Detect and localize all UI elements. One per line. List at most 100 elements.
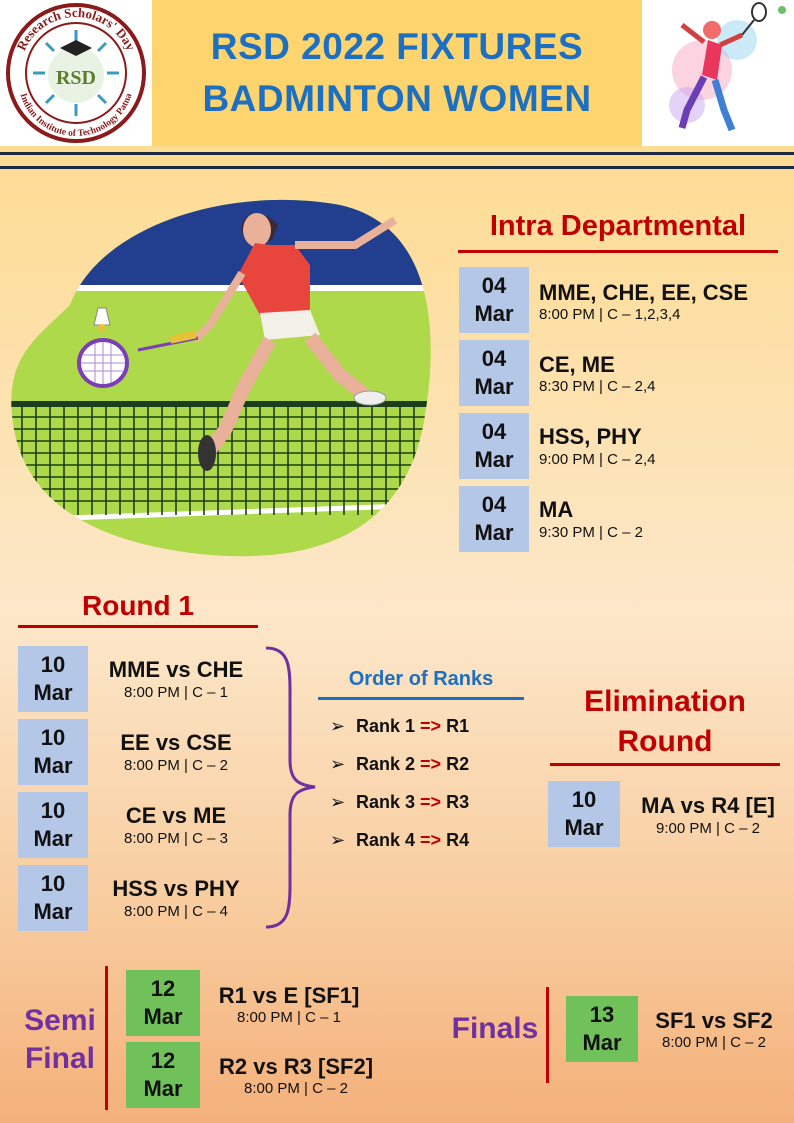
date-box: 10 Mar [18,792,88,858]
rank-code: R2 [446,754,470,774]
ranks-underline [318,697,524,700]
rank-item-1: ➢ Rank 1 => R1 [330,716,469,737]
badminton-court-illustration [10,185,435,565]
match-teams: MA vs R4 [E] [641,793,775,818]
arrow-bullet-icon: ➢ [330,716,346,736]
intra-underline [458,250,778,253]
date-day: 10 [40,871,66,896]
date-day: 10 [571,787,597,812]
rank-label: Rank 3 [356,792,416,812]
match-detail: 9:00 PM | C – 2 [656,820,760,837]
semi-final-divider [105,966,108,1110]
elimination-heading-line1: Elimination [584,685,746,718]
round1-underline [18,625,258,628]
match-teams: MME vs CHE [108,657,244,682]
rank-arrow: => [420,830,442,850]
date-day: 04 [481,419,507,444]
date-box: 13 Mar [566,996,638,1062]
finals-divider [546,987,549,1083]
order-of-ranks-heading: Order of Ranks [348,668,494,690]
rank-item-3: ➢ Rank 3 => R3 [330,792,469,813]
finals-heading: Finals [451,1012,539,1045]
date-day: 04 [481,346,507,371]
rank-code: R4 [446,830,470,850]
date-box: 10 Mar [18,865,88,931]
rank-arrow: => [420,792,442,812]
match-detail: 9:00 PM | C – 2,4 [539,451,656,468]
arrow-bullet-icon: ➢ [330,830,346,850]
rank-arrow: => [420,716,442,736]
rank-item-4: ➢ Rank 4 => R4 [330,830,469,851]
semi-final-heading-line2: Final [24,1042,95,1075]
date-box: 04 Mar [459,486,529,552]
title-line-2: BADMINTON WOMEN [202,78,592,119]
match-detail: 9:30 PM | C – 2 [539,524,643,541]
match-teams: HSS vs PHY [112,876,240,901]
rank-label: Rank 4 [356,830,416,850]
round1-heading: Round 1 [82,590,194,621]
match-teams: SF1 vs SF2 [655,1008,773,1033]
match-teams: CE, ME [539,352,615,377]
match-teams: EE vs CSE [120,730,232,755]
semi-final-heading-line1: Semi [24,1004,96,1037]
date-day: 10 [40,652,66,677]
match-teams: R1 vs E [SF1] [218,983,360,1008]
elimination-heading: Elimination Round [550,682,780,762]
match-teams: R2 vs R3 [SF2] [218,1054,374,1079]
divider-line-2 [0,166,794,169]
date-month: Mar [143,1076,183,1101]
match-detail: 8:00 PM | C – 3 [124,830,228,847]
arrow-bullet-icon: ➢ [330,754,346,774]
date-month: Mar [33,826,73,851]
date-month: Mar [474,374,514,399]
rank-item-2: ➢ Rank 2 => R2 [330,754,469,775]
match-detail: 8:00 PM | C – 2 [662,1034,766,1051]
match-detail: 8:00 PM | C – 2 [244,1080,348,1097]
rank-label: Rank 1 [356,716,416,736]
date-day: 12 [150,976,176,1001]
date-month: Mar [33,680,73,705]
date-month: Mar [143,1004,183,1029]
badminton-player-illustration [642,0,794,146]
date-day: 04 [481,273,507,298]
rsd-logo: RSD Research Scholars' Day Indian Instit… [0,0,152,146]
date-day: 04 [481,492,507,517]
match-detail: 8:00 PM | C – 1,2,3,4 [539,306,681,323]
rank-code: R1 [446,716,470,736]
rank-arrow: => [420,754,442,774]
date-month: Mar [474,520,514,545]
svg-text:RSD: RSD [56,67,96,89]
curly-brace [260,645,320,930]
match-teams: MME, CHE, EE, CSE [539,280,749,305]
match-teams: HSS, PHY [539,424,642,449]
date-month: Mar [474,447,514,472]
date-month: Mar [33,899,73,924]
date-day: 10 [40,798,66,823]
semi-final-heading: Semi Final [15,1002,105,1078]
elimination-heading-line2: Round [617,725,713,758]
rank-label: Rank 2 [356,754,416,774]
match-detail: 8:00 PM | C – 1 [124,684,228,701]
rank-code: R3 [446,792,470,812]
title-line-1: RSD 2022 FIXTURES [210,26,584,67]
date-box: 04 Mar [459,267,529,333]
elimination-underline [550,763,780,766]
date-box: 04 Mar [459,413,529,479]
date-day: 13 [589,1002,615,1027]
intra-departmental-heading: Intra Departmental [489,210,747,242]
match-detail: 8:00 PM | C – 4 [124,903,228,920]
date-box: 04 Mar [459,340,529,406]
date-box: 10 Mar [548,781,620,847]
date-month: Mar [33,753,73,778]
match-detail: 8:00 PM | C – 2 [124,757,228,774]
match-detail: 8:00 PM | C – 1 [237,1009,341,1026]
date-box: 12 Mar [126,970,200,1036]
date-box: 10 Mar [18,646,88,712]
date-day: 10 [40,725,66,750]
date-month: Mar [564,815,604,840]
match-detail: 8:30 PM | C – 2,4 [539,378,656,395]
date-month: Mar [582,1030,622,1055]
arrow-bullet-icon: ➢ [330,792,346,812]
match-teams: MA [539,497,574,522]
date-day: 12 [150,1048,176,1073]
